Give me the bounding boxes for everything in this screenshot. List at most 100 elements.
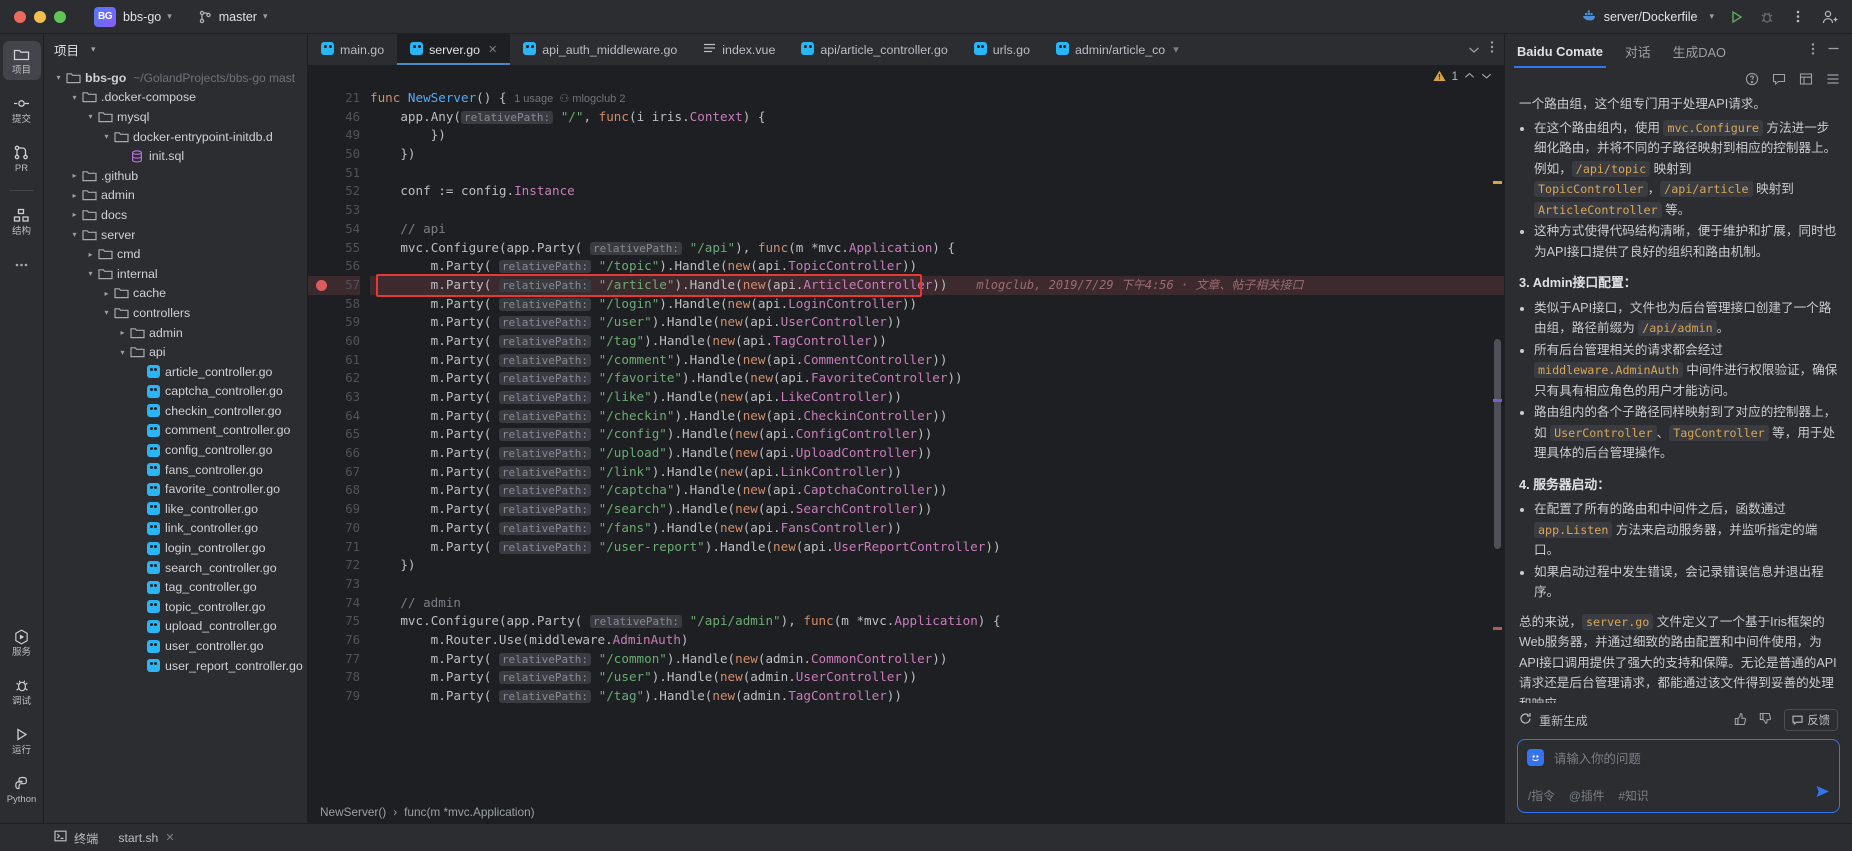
- tree-row[interactable]: ▸ cache: [44, 284, 307, 304]
- tree-row[interactable]: ▾ api: [44, 342, 307, 362]
- line-number[interactable]: 61: [308, 351, 360, 370]
- debug-icon[interactable]: [1758, 8, 1776, 26]
- code-line[interactable]: m.Party( relativePath: "/favorite").Hand…: [370, 369, 1504, 388]
- chevron-down-icon[interactable]: ▾: [68, 93, 81, 102]
- chevron-down-icon[interactable]: ▾: [1173, 43, 1179, 56]
- chevron-down-icon[interactable]: ▾: [52, 73, 65, 82]
- editor-tab-bar[interactable]: main.go server.go ✕ api_auth_middleware.go i…: [308, 34, 1504, 65]
- thumbs-down-icon[interactable]: [1759, 712, 1773, 729]
- breadcrumb-func[interactable]: NewServer(): [320, 805, 386, 819]
- code-line[interactable]: m.Party( relativePath: "/user").Handle(n…: [370, 668, 1504, 687]
- tree-row[interactable]: ▸ cmd: [44, 244, 307, 264]
- chip-plugin[interactable]: @插件: [1569, 787, 1605, 804]
- regenerate-label[interactable]: 重新生成: [1539, 711, 1588, 729]
- code-line[interactable]: }): [370, 126, 1504, 145]
- code-line[interactable]: app.Any(relativePath: "/", func(i iris.C…: [370, 108, 1504, 127]
- line-number[interactable]: 72: [308, 556, 360, 575]
- editor-tab[interactable]: urls.go: [961, 34, 1043, 65]
- code-line[interactable]: m.Party( relativePath: "/checkin").Handl…: [370, 407, 1504, 426]
- line-number[interactable]: 62: [308, 369, 360, 388]
- line-number[interactable]: 73: [308, 575, 360, 594]
- tree-row[interactable]: ▸ .github: [44, 166, 307, 186]
- more-actions-icon[interactable]: [1789, 8, 1807, 26]
- line-number[interactable]: 54: [308, 220, 360, 239]
- help-icon[interactable]: [1745, 72, 1759, 91]
- code-line[interactable]: // admin: [370, 594, 1504, 613]
- line-number[interactable]: 77: [308, 650, 360, 669]
- code-line[interactable]: m.Party( relativePath: "/tag").Handle(ne…: [370, 332, 1504, 351]
- tree-row[interactable]: upload_controller.go: [44, 617, 307, 637]
- tree-row[interactable]: ▾ docker-entrypoint-initdb.d: [44, 127, 307, 147]
- sidebar-item-python[interactable]: Python: [3, 770, 41, 809]
- code-line[interactable]: m.Party( relativePath: "/search").Handle…: [370, 500, 1504, 519]
- code-line[interactable]: [370, 201, 1504, 220]
- tab-chat[interactable]: 对话: [1625, 34, 1651, 68]
- code-line[interactable]: m.Router.Use(middleware.AdminAuth): [370, 631, 1504, 650]
- line-number[interactable]: 75: [308, 612, 360, 631]
- line-number[interactable]: 63: [308, 388, 360, 407]
- tree-row[interactable]: article_controller.go: [44, 362, 307, 382]
- close-icon[interactable]: ✕: [488, 43, 497, 56]
- line-number[interactable]: 58: [308, 295, 360, 314]
- code-line[interactable]: // api: [370, 220, 1504, 239]
- comate-question-input[interactable]: 请输入你的问题 /指令 @插件 #知识: [1517, 739, 1840, 813]
- tree-row[interactable]: ▸ docs: [44, 205, 307, 225]
- project-panel-header[interactable]: 项目 ▾: [44, 34, 307, 64]
- sidebar-item-structure[interactable]: 结构: [3, 202, 41, 241]
- tree-row[interactable]: search_controller.go: [44, 558, 307, 578]
- line-number[interactable]: 69: [308, 500, 360, 519]
- tab-list-chevron-down-icon[interactable]: [1468, 41, 1480, 59]
- next-problem-icon[interactable]: [1481, 71, 1492, 83]
- tree-row[interactable]: ▾ server: [44, 225, 307, 245]
- code-line[interactable]: m.Party( relativePath: "/topic").Handle(…: [370, 257, 1504, 276]
- chevron-down-icon[interactable]: ▾: [100, 308, 113, 317]
- tab-more-actions-icon[interactable]: [1490, 40, 1494, 59]
- send-message-icon[interactable]: [1815, 784, 1830, 804]
- line-number[interactable]: 65: [308, 425, 360, 444]
- tree-row[interactable]: login_controller.go: [44, 538, 307, 558]
- breakpoint-marker[interactable]: [316, 280, 327, 291]
- tree-row[interactable]: topic_controller.go: [44, 597, 307, 617]
- chevron-down-icon[interactable]: ▾: [68, 230, 81, 239]
- sidebar-item-more-tools[interactable]: [3, 251, 41, 277]
- editor-tab[interactable]: admin/article_co ▾: [1043, 34, 1192, 65]
- line-number[interactable]: 52: [308, 182, 360, 201]
- close-window-button[interactable]: [14, 10, 26, 23]
- terminal-session-tab[interactable]: start.sh ✕: [108, 831, 184, 845]
- line-number[interactable]: 56: [308, 257, 360, 276]
- chevron-right-icon[interactable]: ▸: [68, 191, 81, 200]
- menu-icon[interactable]: [1826, 72, 1840, 90]
- sidebar-item-services[interactable]: 服务: [3, 623, 41, 662]
- chip-command[interactable]: /指令: [1528, 787, 1555, 804]
- new-chat-icon[interactable]: [1772, 72, 1786, 91]
- sidebar-item-pr[interactable]: PR: [3, 139, 41, 178]
- maximize-window-button[interactable]: [54, 10, 66, 23]
- project-tree[interactable]: ▾ bbs-go ~/GolandProjects/bbs-go mast ▾ .doc…: [44, 64, 307, 823]
- chevron-right-icon[interactable]: ▸: [68, 210, 81, 219]
- chevron-down-icon[interactable]: ▾: [116, 348, 129, 357]
- tree-row[interactable]: ▾ .docker-compose: [44, 88, 307, 108]
- code-line[interactable]: }): [370, 556, 1504, 575]
- code-line[interactable]: }): [370, 145, 1504, 164]
- tree-row[interactable]: ▾ mysql: [44, 107, 307, 127]
- comate-more-icon[interactable]: [1811, 42, 1815, 61]
- code-line[interactable]: m.Party( relativePath: "/comment").Handl…: [370, 351, 1504, 370]
- sidebar-item-commit[interactable]: 提交: [3, 90, 41, 129]
- chevron-right-icon[interactable]: ▸: [100, 289, 113, 298]
- tab-baidu-comate[interactable]: Baidu Comate: [1513, 34, 1607, 68]
- line-number-gutter[interactable]: 21 46 49 50 51 52 53 54 55 56 57 58 59 60 61 62 63 64 65 66…: [308, 89, 370, 801]
- tree-row[interactable]: tag_controller.go: [44, 577, 307, 597]
- feedback-button[interactable]: 反馈: [1784, 709, 1838, 731]
- tree-row[interactable]: fans_controller.go: [44, 460, 307, 480]
- code-line[interactable]: [370, 164, 1504, 183]
- code-line[interactable]: m.Party( relativePath: "/user").Handle(n…: [370, 313, 1504, 332]
- chevron-down-icon[interactable]: ▾: [84, 112, 97, 121]
- chevron-down-icon[interactable]: ▾: [84, 269, 97, 278]
- tree-row[interactable]: ▸ admin: [44, 186, 307, 206]
- input-shortcut-chips[interactable]: /指令 @插件 #知识: [1528, 787, 1649, 804]
- line-number[interactable]: 46: [308, 108, 360, 127]
- code-line[interactable]: m.Party( relativePath: "/tag").Handle(ne…: [370, 687, 1504, 706]
- code-line[interactable]: mvc.Configure(app.Party( relativePath: "…: [370, 239, 1504, 258]
- code-line[interactable]: m.Party( relativePath: "/captcha").Handl…: [370, 481, 1504, 500]
- line-number[interactable]: 78: [308, 668, 360, 687]
